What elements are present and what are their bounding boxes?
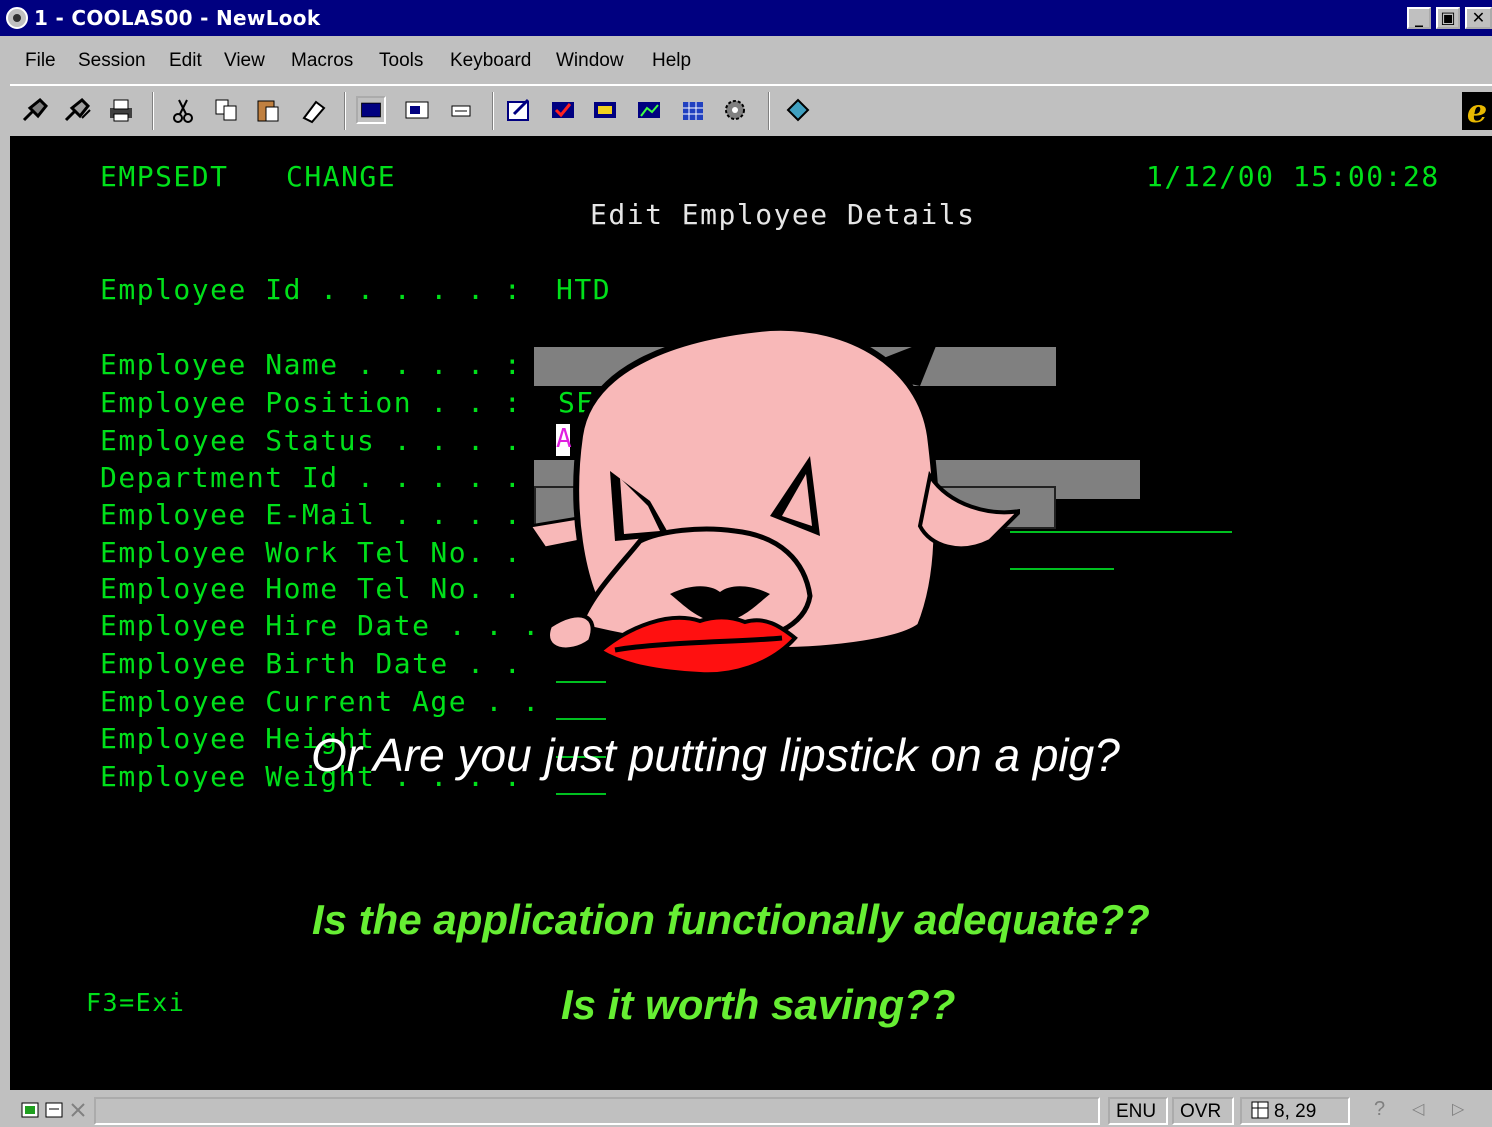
minimize-button[interactable]: _ xyxy=(1407,7,1431,29)
status-bar: ENU OVR 8, 29 ? ◁ ▷ xyxy=(0,1094,1492,1127)
window-view-icon[interactable] xyxy=(402,96,432,124)
disconnect-icon[interactable] xyxy=(62,96,92,124)
edit-icon[interactable] xyxy=(504,96,534,124)
function-keys: F3=Exi xyxy=(86,988,186,1017)
internet-explorer-icon[interactable]: e xyxy=(1462,92,1492,130)
email-underline xyxy=(1010,531,1232,533)
status-message xyxy=(94,1097,1100,1125)
maximize-button[interactable]: ▣ xyxy=(1436,7,1460,29)
help-book-icon[interactable] xyxy=(782,96,812,124)
field-label: Employee Id . . . . . : xyxy=(100,273,523,306)
screen-title: Edit Employee Details xyxy=(590,198,976,231)
connect-icon[interactable] xyxy=(20,96,50,124)
field-label: Employee E-Mail . . . . xyxy=(100,498,523,531)
menu-macros[interactable]: Macros xyxy=(291,50,353,72)
screen-view-icon[interactable] xyxy=(356,96,386,124)
menu-view[interactable]: View xyxy=(224,50,265,72)
field-value: HTD xyxy=(556,273,612,306)
field-label: Employee Position . . : xyxy=(100,386,523,419)
question-functionally-adequate: Is the application functionally adequate… xyxy=(312,896,1150,943)
help-icon[interactable]: ? xyxy=(1374,1098,1385,1121)
erase-icon[interactable] xyxy=(298,96,328,124)
form-icon[interactable] xyxy=(590,96,620,124)
grid-icon[interactable] xyxy=(678,96,708,124)
lipstick-caption: Or Are you just putting lipstick on a pi… xyxy=(311,729,1120,781)
keyboard-status-icon xyxy=(45,1102,63,1118)
current-age-input[interactable] xyxy=(556,718,606,720)
menu-help[interactable]: Help xyxy=(652,50,691,72)
work-tel-underline xyxy=(1010,568,1114,570)
toolbar-separator xyxy=(152,92,154,130)
settings-icon[interactable] xyxy=(720,96,750,124)
print-icon[interactable] xyxy=(106,96,136,124)
paste-icon[interactable] xyxy=(254,96,284,124)
window-title: 1 - COOLAS00 - NewLook xyxy=(34,6,321,30)
date-time: 1/12/00 15:00:28 xyxy=(1146,160,1440,193)
copy-icon[interactable] xyxy=(212,96,242,124)
toolbar: e xyxy=(10,84,1492,134)
field-view-icon[interactable] xyxy=(446,96,476,124)
mode-label: CHANGE xyxy=(286,160,397,193)
program-name: EMPSEDT xyxy=(100,160,229,193)
title-bar: 1 - COOLAS00 - NewLook _ ▣ ✕ xyxy=(0,0,1492,36)
menu-window[interactable]: Window xyxy=(556,50,624,72)
menu-bar: File Session Edit View Macros Tools Keyb… xyxy=(10,44,1492,80)
cut-icon[interactable] xyxy=(168,96,198,124)
session-status-icon xyxy=(21,1102,39,1118)
weight-input[interactable] xyxy=(556,793,606,795)
menu-session[interactable]: Session xyxy=(78,50,146,72)
app-icon[interactable] xyxy=(6,7,28,29)
field-label: Employee Work Tel No. . xyxy=(100,536,523,569)
toolbar-separator xyxy=(344,92,346,130)
toolbar-separator xyxy=(768,92,770,130)
field-label: Department Id . . . . . xyxy=(100,461,523,494)
check-icon[interactable] xyxy=(548,96,578,124)
chart-icon[interactable] xyxy=(634,96,664,124)
language-indicator: ENU xyxy=(1108,1097,1168,1125)
menu-file[interactable]: File xyxy=(25,50,56,72)
field-label: Employee Home Tel No. . xyxy=(100,572,523,605)
field-label: Employee Hire Date . . . xyxy=(100,609,541,642)
field-label: Employee Current Age . . xyxy=(100,685,541,718)
field-label: Employee Name . . . . : xyxy=(100,348,523,381)
field-label: Employee Status . . . . xyxy=(100,424,523,457)
scroll-left-icon[interactable]: ◁ xyxy=(1412,1099,1424,1118)
menu-keyboard[interactable]: Keyboard xyxy=(450,50,531,72)
menu-edit[interactable]: Edit xyxy=(169,50,202,72)
terminal-screen[interactable]: EMPSEDT CHANGE 1/12/00 15:00:28 Edit Emp… xyxy=(10,136,1492,1090)
no-connection-icon xyxy=(71,1103,85,1117)
toolbar-separator xyxy=(492,92,494,130)
pig-with-lipstick-image xyxy=(527,326,1020,677)
field-label: Employee Birth Date . . xyxy=(100,647,523,680)
close-button[interactable]: ✕ xyxy=(1465,7,1492,29)
scroll-right-icon[interactable]: ▷ xyxy=(1452,1099,1464,1118)
insert-mode-indicator: OVR xyxy=(1172,1097,1234,1125)
cursor-position: 8, 29 xyxy=(1240,1097,1350,1125)
menu-tools[interactable]: Tools xyxy=(379,50,423,72)
question-worth-saving: Is it worth saving?? xyxy=(561,981,956,1028)
